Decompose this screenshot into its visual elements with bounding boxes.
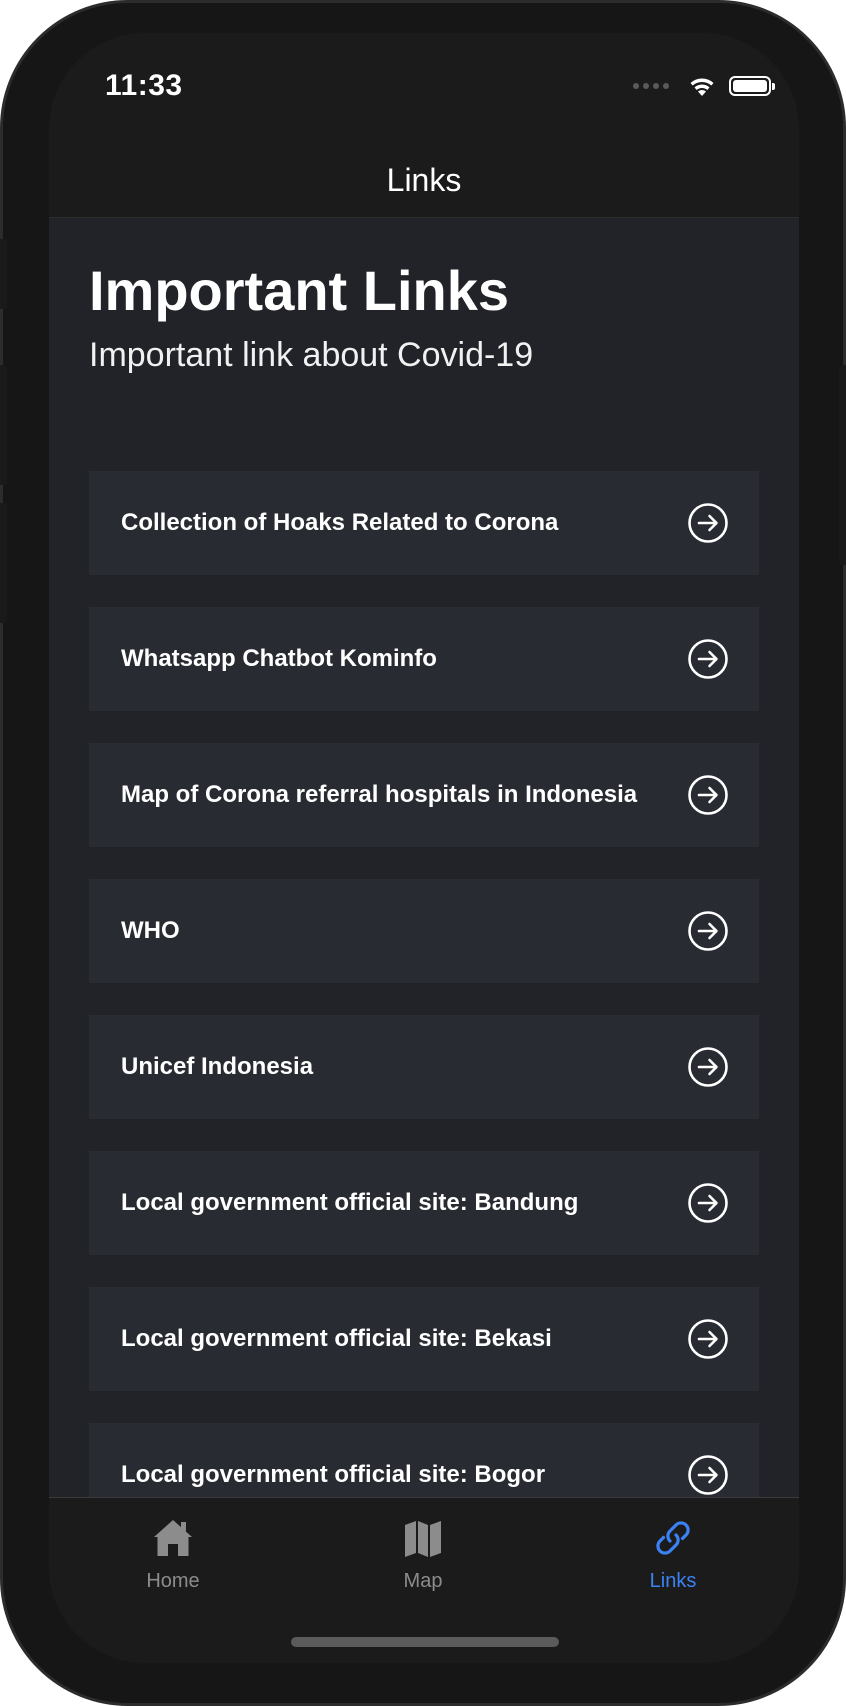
map-icon xyxy=(405,1521,441,1557)
arrow-right-circle-icon xyxy=(688,639,728,679)
link-item-referral-hospitals[interactable]: Map of Corona referral hospitals in Indo… xyxy=(89,743,759,847)
link-label: Local government official site: Bogor xyxy=(121,1461,546,1488)
status-bar: 11:33 xyxy=(49,33,799,143)
navigation-bar: Links xyxy=(49,143,799,218)
tab-label: Map xyxy=(403,1570,443,1592)
status-icons xyxy=(633,75,775,97)
silent-switch xyxy=(0,239,7,309)
tab-map[interactable]: Map xyxy=(323,1516,523,1593)
link-item-whatsapp-chatbot[interactable]: Whatsapp Chatbot Kominfo xyxy=(89,607,759,711)
power-button xyxy=(839,365,846,565)
status-time: 11:33 xyxy=(105,69,183,102)
link-list: Collection of Hoaks Related to Corona Wh… xyxy=(89,471,759,1497)
link-label: WHO xyxy=(121,917,180,944)
volume-up-button xyxy=(0,365,7,485)
link-item-who[interactable]: WHO xyxy=(89,879,759,983)
link-icon xyxy=(656,1521,690,1555)
arrow-right-circle-icon xyxy=(688,1319,728,1359)
phone-frame: 11:33 Links Important Links Important li… xyxy=(0,0,846,1706)
tab-home[interactable]: Home xyxy=(73,1516,273,1593)
arrow-right-circle-icon xyxy=(688,503,728,543)
links-content[interactable]: Important Links Important link about Cov… xyxy=(49,218,799,1497)
tab-label: Home xyxy=(146,1570,200,1592)
page-title: Important Links xyxy=(89,259,510,322)
link-label: Whatsapp Chatbot Kominfo xyxy=(121,645,437,672)
cellular-signal-icon xyxy=(633,83,669,89)
link-item-hoaks[interactable]: Collection of Hoaks Related to Corona xyxy=(89,471,759,575)
arrow-right-circle-icon xyxy=(688,1047,728,1087)
tab-label: Links xyxy=(649,1570,697,1592)
link-label: Map of Corona referral hospitals in Indo… xyxy=(121,781,638,808)
link-item-bogor[interactable]: Local government official site: Bogor xyxy=(89,1423,759,1497)
link-label: Local government official site: Bekasi xyxy=(121,1325,552,1352)
page-subtitle: Important link about Covid-19 xyxy=(89,336,534,374)
home-indicator[interactable] xyxy=(291,1637,559,1647)
wifi-icon xyxy=(690,78,714,96)
battery-icon xyxy=(729,76,775,96)
tab-links[interactable]: Links xyxy=(573,1516,773,1593)
arrow-right-circle-icon xyxy=(688,1183,728,1223)
arrow-right-circle-icon xyxy=(688,1455,728,1495)
link-label: Local government official site: Bandung xyxy=(121,1189,579,1216)
link-item-unicef[interactable]: Unicef Indonesia xyxy=(89,1015,759,1119)
link-label: Collection of Hoaks Related to Corona xyxy=(121,509,559,536)
screen: 11:33 Links Important Links Important li… xyxy=(49,33,799,1663)
arrow-right-circle-icon xyxy=(688,775,728,815)
volume-down-button xyxy=(0,503,7,623)
link-item-bekasi[interactable]: Local government official site: Bekasi xyxy=(89,1287,759,1391)
home-icon xyxy=(154,1520,192,1556)
link-label: Unicef Indonesia xyxy=(121,1053,314,1080)
link-item-bandung[interactable]: Local government official site: Bandung xyxy=(89,1151,759,1255)
nav-title: Links xyxy=(386,161,462,198)
arrow-right-circle-icon xyxy=(688,911,728,951)
